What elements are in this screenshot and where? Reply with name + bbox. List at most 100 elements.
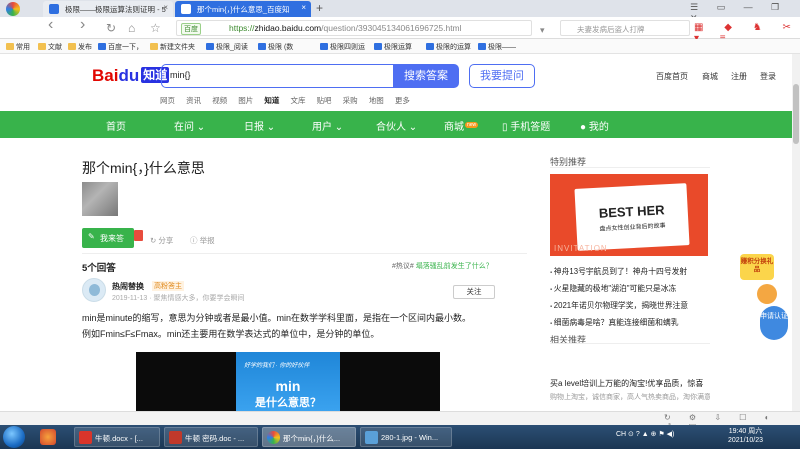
register-link[interactable]: 注册	[731, 71, 747, 82]
nav-mobile-answer[interactable]: ▯ 手机答题	[502, 118, 550, 133]
app-icon[interactable]	[40, 429, 56, 445]
nav-purchase[interactable]: 采购	[343, 96, 358, 105]
taskbar-word-doc[interactable]: 牛顿.docx - [...	[74, 427, 160, 447]
nav-wenku[interactable]: 文库	[290, 96, 305, 105]
promo-banner[interactable]: BEST HER 盘点女性创业背后的故事 INVITATION	[550, 174, 708, 256]
bookmark-item[interactable]: 新建文件夹	[150, 42, 195, 52]
back-button[interactable]: ‹	[48, 17, 53, 33]
nav-map[interactable]: 地图	[369, 96, 384, 105]
nav-more[interactable]: 更多	[395, 96, 410, 105]
nav-my[interactable]: ● 我的	[580, 118, 609, 133]
points-gift-badge[interactable]: 赚积分换礼品	[740, 254, 774, 280]
apply-certification-button[interactable]: 申请认证	[760, 306, 788, 340]
close-icon[interactable]: ×	[301, 3, 306, 12]
bookmark-star-button[interactable]: ☆	[150, 21, 161, 35]
bookmark-item[interactable]: 发布	[68, 42, 92, 52]
answer-text: min是minute的缩写，意思为分钟或者是最小值。min在数学学科里面，是指在…	[82, 310, 502, 342]
browser-status-bar: ↻ ⚙ ⇩ ☐ ◐ ⤢ ▣	[0, 411, 800, 431]
nav-tieba[interactable]: 贴吧	[317, 96, 332, 105]
news-item[interactable]: 2021年诺贝尔物理学奖，揭晓世界注意	[550, 300, 712, 311]
answerer-name[interactable]: 热闹替换	[112, 281, 144, 292]
bookmark-item[interactable]: 极限四则运	[320, 42, 365, 52]
browser-logo-icon[interactable]	[6, 2, 20, 16]
nav-news[interactable]: 资讯	[186, 96, 201, 105]
scrollbar-thumb[interactable]	[793, 84, 799, 144]
nav-partner[interactable]: 合伙人 ⌄	[376, 118, 417, 133]
bookmark-item[interactable]: 文献	[38, 42, 62, 52]
system-tray[interactable]: CH ⊙ ? ▲ ⊕ ⚑ ◀)	[616, 430, 674, 438]
news-item[interactable]: 神舟13号宇航员到了！神舟十四号发射	[550, 266, 712, 277]
answer-line: min是minute的缩写，意思为分钟或者是最小值。min在数学学科里面，是指在…	[82, 313, 472, 323]
browser-icon	[267, 431, 280, 444]
tab-limit-rules[interactable]: 极限——极限运算法则证明 - 5 ×	[43, 1, 173, 17]
address-bar[interactable]: 百度 https://zhidao.baidu.com/question/393…	[176, 20, 532, 36]
nav-asking[interactable]: 在问 ⌄	[174, 118, 205, 133]
bookmarks-bar: 常用 文献 发布 百度一下， 新建文件夹 极限_阅读 极限 (数 极限四则运 极…	[0, 39, 800, 54]
start-button[interactable]	[3, 426, 25, 448]
login-link[interactable]: 登录	[760, 71, 776, 82]
related-item[interactable]: 买a level培训上万能的淘宝!优享品质，惊喜	[550, 378, 710, 389]
clock[interactable]: 19:40 周六 2021/10/23	[728, 427, 763, 445]
news-item[interactable]: 火星隐藏的极地"湖泊"可能只是冰冻	[550, 283, 712, 294]
follow-button[interactable]: 关注	[453, 285, 495, 299]
browser-search-input[interactable]: 夫妻发病后盗人打牌	[560, 20, 690, 36]
nav-web[interactable]: 网页	[160, 96, 175, 105]
answer-video[interactable]: 好学的我们 · 你的好伙伴 min 是什么意思？	[136, 352, 440, 411]
hot-topic-link[interactable]: #热议# 塌落骚乱前发生了什么？	[392, 261, 493, 271]
news-item[interactable]: 细菌病毒是啥？真能连接细菌和螨乳	[550, 317, 712, 328]
answer-button[interactable]: ✎ 我来答	[82, 228, 134, 248]
scrollbar[interactable]	[792, 54, 800, 411]
chevron-down-icon: ⌄	[334, 122, 344, 133]
forward-button[interactable]: ›	[80, 17, 85, 33]
baidu-home-link[interactable]: 百度首页	[656, 71, 688, 82]
question-image[interactable]	[82, 182, 118, 216]
url-text: https://zhidao.baidu.com/question/393045…	[229, 23, 462, 33]
banner-subtitle: 盘点女性创业背后的故事	[599, 223, 666, 233]
new-tab-button[interactable]: +	[316, 1, 323, 15]
bookmark-item[interactable]: 极限运算	[374, 42, 412, 52]
search-input[interactable]: min{}	[161, 64, 394, 88]
taskbar-word-doc-2[interactable]: 牛顿 密码.doc - ...	[164, 427, 258, 447]
home-button[interactable]: ⌂	[128, 21, 135, 35]
taskbar-browser[interactable]: 那个min{，}什么...	[262, 427, 356, 447]
red-packet-icon	[134, 230, 143, 241]
nav-daily[interactable]: 日报 ⌄	[244, 118, 275, 133]
banner-title: BEST HER	[598, 202, 665, 221]
nav-mall[interactable]: 商城 new	[444, 118, 479, 133]
taskbar-image-viewer[interactable]: 280-1.jpg - Win...	[360, 427, 452, 447]
folder-icon	[150, 43, 158, 50]
close-icon[interactable]: ×	[163, 3, 168, 12]
refresh-button[interactable]: ↻	[106, 21, 116, 35]
pencil-icon: ✎	[88, 232, 95, 241]
new-badge: new	[465, 121, 479, 128]
question-title: 那个min{，}什么意思	[82, 160, 205, 176]
bookmark-item[interactable]: 极限——	[478, 42, 516, 52]
folder-icon	[38, 43, 46, 50]
avatar[interactable]	[82, 278, 106, 302]
chevron-down-icon: ⌄	[408, 122, 418, 133]
bookmark-item[interactable]: 百度一下，	[98, 42, 143, 52]
mall-link[interactable]: 商城	[702, 71, 718, 82]
tab-title: 那个min{，}什么意思_百度知	[197, 5, 290, 14]
paw-icon	[426, 43, 434, 50]
user-icon: ●	[580, 122, 587, 133]
banner-watermark: INVITATION	[554, 244, 608, 253]
search-answer-button[interactable]: 搜索答案	[393, 64, 459, 88]
tab-min-question[interactable]: 那个min{，}什么意思_百度知 ×	[175, 1, 311, 17]
nav-images[interactable]: 图片	[238, 96, 253, 105]
lion-mascot-icon[interactable]	[757, 284, 777, 304]
ask-question-button[interactable]: 我要提问	[469, 64, 535, 88]
nav-home[interactable]: 首页	[106, 118, 126, 133]
banner-card: BEST HER 盘点女性创业背后的故事	[574, 183, 690, 251]
nav-zhidao[interactable]: 知道	[264, 96, 279, 105]
nav-users[interactable]: 用户 ⌄	[312, 118, 343, 133]
bookmark-item[interactable]: 极限 (数	[258, 42, 293, 52]
bookmark-item[interactable]: 极限的运算	[426, 42, 471, 52]
bookmark-item[interactable]: 极限_阅读	[206, 42, 248, 52]
share-button[interactable]: ↻ 分享	[150, 235, 173, 246]
dropdown-icon[interactable]: ▾	[540, 23, 545, 37]
nav-video[interactable]: 视频	[212, 96, 227, 105]
baidu-zhidao-logo[interactable]: Baidu 知道	[92, 66, 170, 86]
report-button[interactable]: ⓘ 举报	[190, 235, 215, 246]
bookmark-item[interactable]: 常用	[6, 42, 30, 52]
